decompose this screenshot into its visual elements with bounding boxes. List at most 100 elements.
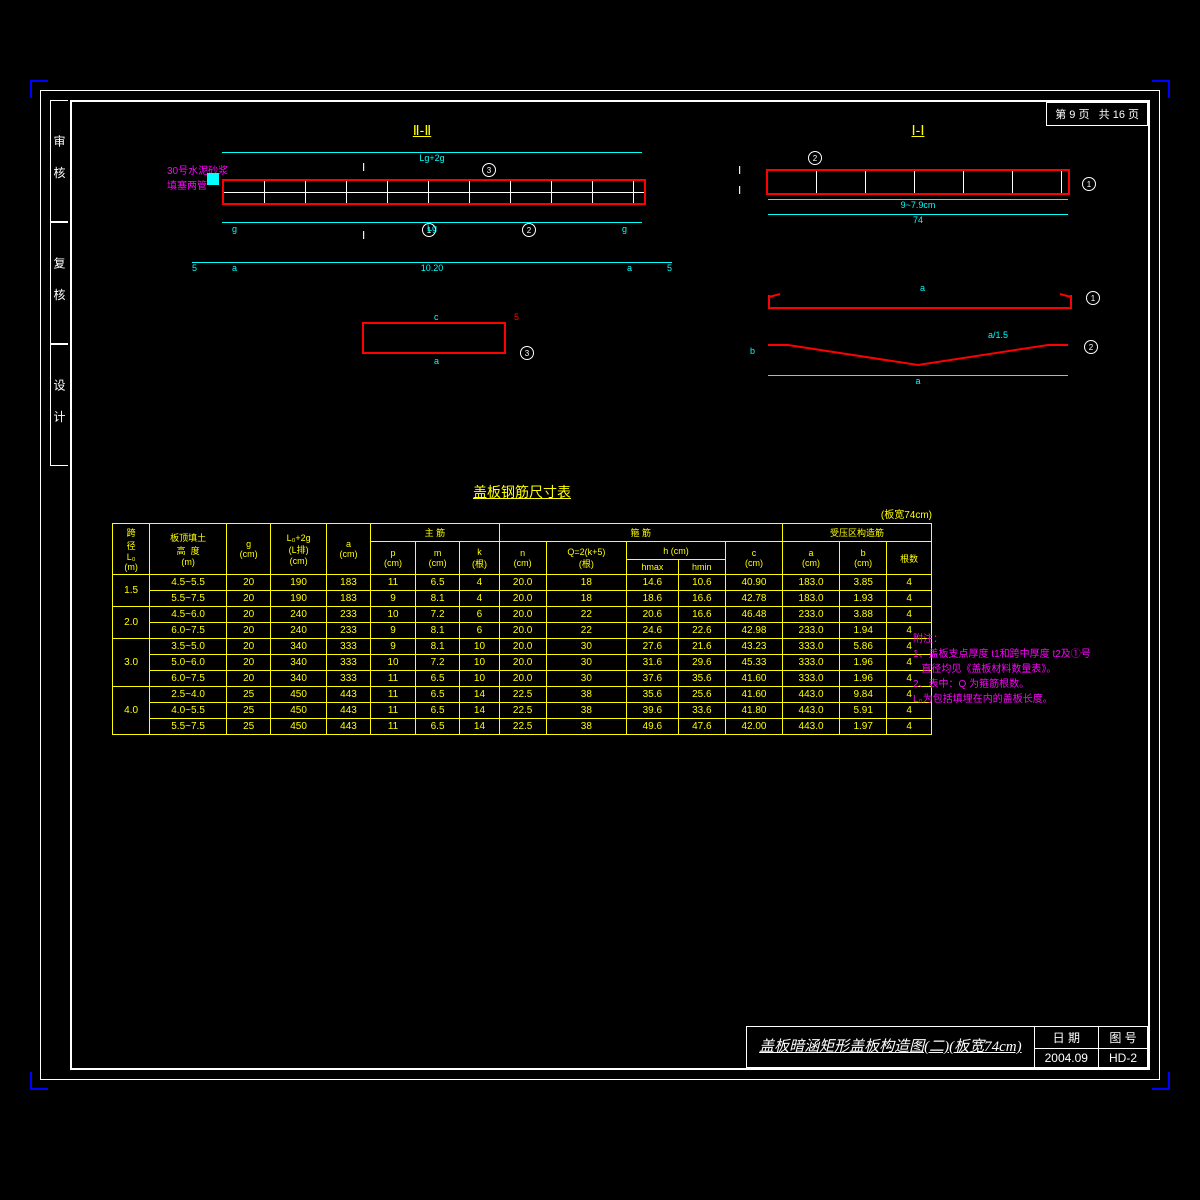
cell: 5.0~6.0 bbox=[150, 655, 227, 671]
cell: 1.97 bbox=[840, 719, 887, 735]
th-hmin: hmin bbox=[678, 560, 725, 575]
cell: 10 bbox=[371, 607, 416, 623]
cell: 20.0 bbox=[499, 607, 546, 623]
table-row: 1.54.5~5.520190183116.5420.01814.610.640… bbox=[113, 575, 932, 591]
dim-a-r: a bbox=[627, 263, 632, 273]
cell-span: 3.0 bbox=[113, 639, 150, 687]
cell: 20 bbox=[226, 575, 271, 591]
cell: 1.96 bbox=[840, 655, 887, 671]
th-group-main: 主 筋 bbox=[371, 524, 499, 542]
cell: 1.93 bbox=[840, 591, 887, 607]
page-current: 第 9 页 bbox=[1055, 109, 1089, 121]
cell: 183.0 bbox=[783, 575, 840, 591]
cell: 6.5 bbox=[415, 671, 460, 687]
th-a2: a (cm) bbox=[783, 542, 840, 575]
shape-a15: a/1.5 bbox=[988, 330, 1008, 340]
cell: 5.86 bbox=[840, 639, 887, 655]
cell: 333 bbox=[326, 655, 371, 671]
cell: 42.00 bbox=[725, 719, 782, 735]
cell: 4.5~5.5 bbox=[150, 575, 227, 591]
cell: 22.6 bbox=[678, 623, 725, 639]
cell: 22 bbox=[546, 607, 626, 623]
cell: 5.5~7.5 bbox=[150, 719, 227, 735]
cell: 240 bbox=[271, 607, 326, 623]
cell: 16.6 bbox=[678, 591, 725, 607]
cell: 3.85 bbox=[840, 575, 887, 591]
section-marker-i: Ⅰ bbox=[738, 184, 741, 197]
rebar-dimension-table: 跨 径 L₀ (m) 板顶填土 高 度 (m) g (cm) L₀+2g (L排… bbox=[112, 523, 932, 735]
cell: 25 bbox=[226, 719, 271, 735]
dim-bottom-main: 5 a 10.20 a 5 bbox=[192, 262, 672, 273]
cell: 41.80 bbox=[725, 703, 782, 719]
dim-5r: 5 bbox=[667, 263, 672, 273]
callout-shape-2: 2 bbox=[1084, 340, 1098, 354]
cell: 6.0~7.5 bbox=[150, 671, 227, 687]
side-approve: 审 核 bbox=[51, 135, 68, 186]
dim-1020: 10.20 bbox=[421, 263, 444, 273]
th-group-stirrup: 箍 筋 bbox=[499, 524, 782, 542]
cell: 9 bbox=[371, 591, 416, 607]
cell: 20.0 bbox=[499, 655, 546, 671]
cell: 47.6 bbox=[678, 719, 725, 735]
drawing-no-value: HD-2 bbox=[1099, 1048, 1147, 1067]
cell: 443.0 bbox=[783, 703, 840, 719]
cell: 20 bbox=[226, 671, 271, 687]
dim-shape-a: a bbox=[768, 375, 1068, 386]
cell: 20.0 bbox=[499, 639, 546, 655]
cell: 9.84 bbox=[840, 687, 887, 703]
rebar-shapes: a 1 a/1.5 2 b a bbox=[728, 285, 1108, 385]
cell: 450 bbox=[271, 703, 326, 719]
table-row: 4.02.5~4.025450443116.51422.53835.625.64… bbox=[113, 687, 932, 703]
th-hmax: hmax bbox=[626, 560, 678, 575]
cell: 20.6 bbox=[626, 607, 678, 623]
cell: 183 bbox=[326, 591, 371, 607]
th-n: n (cm) bbox=[499, 542, 546, 575]
cell: 183.0 bbox=[783, 591, 840, 607]
cell: 4 bbox=[887, 719, 932, 735]
cell: 4.0~5.5 bbox=[150, 703, 227, 719]
cell: 14 bbox=[460, 719, 499, 735]
cell: 190 bbox=[271, 591, 326, 607]
section-cross: Ⅰ-Ⅰ Ⅰ Ⅰ 2 1 9~7.9cm 74 a 1 a/1.5 2 b a bbox=[728, 122, 1108, 385]
cell: 443 bbox=[326, 719, 371, 735]
dim-lg: Lg bbox=[222, 222, 642, 233]
cell: 4 bbox=[887, 575, 932, 591]
table-row: 5.0~6.020340333107.21020.03031.629.645.3… bbox=[113, 655, 932, 671]
cell-span: 1.5 bbox=[113, 575, 150, 607]
cell: 450 bbox=[271, 719, 326, 735]
cell: 16.6 bbox=[678, 607, 725, 623]
section2-title: Ⅱ-Ⅱ bbox=[162, 122, 682, 139]
detail-5: 5 bbox=[514, 312, 519, 322]
cell: 3.88 bbox=[840, 607, 887, 623]
section-elevation: Ⅱ-Ⅱ 30号水泥砂浆 填塞两管 Lg+2g Ⅰ Ⅰ 3 1 2 g Lg g … bbox=[162, 122, 682, 229]
cell: 6.5 bbox=[415, 703, 460, 719]
cell-span: 2.0 bbox=[113, 607, 150, 639]
cell: 333 bbox=[326, 639, 371, 655]
th-fill: 板顶填土 高 度 (m) bbox=[150, 524, 227, 575]
th-g: g (cm) bbox=[226, 524, 271, 575]
cell: 6 bbox=[460, 607, 499, 623]
cell: 21.6 bbox=[678, 639, 725, 655]
th-span: 跨 径 L₀ (m) bbox=[113, 524, 150, 575]
cell: 340 bbox=[271, 639, 326, 655]
rebar-shape-2: a/1.5 2 b bbox=[768, 340, 1068, 360]
callout-shape-1: 1 bbox=[1086, 291, 1100, 305]
cell: 4 bbox=[460, 575, 499, 591]
cell: 8.1 bbox=[415, 623, 460, 639]
cell: 6 bbox=[460, 623, 499, 639]
cell: 20 bbox=[226, 591, 271, 607]
cell: 5.5~7.5 bbox=[150, 591, 227, 607]
callout-3: 3 bbox=[482, 163, 496, 177]
cell: 8.1 bbox=[415, 639, 460, 655]
dim-74: 74 bbox=[768, 214, 1068, 225]
cell: 4 bbox=[887, 591, 932, 607]
cell: 31.6 bbox=[626, 655, 678, 671]
page-total: 共 16 页 bbox=[1099, 109, 1139, 121]
cell: 14.6 bbox=[626, 575, 678, 591]
bearing-pad-icon bbox=[207, 173, 219, 185]
table-row: 5.5~7.525450443116.51422.53849.647.642.0… bbox=[113, 719, 932, 735]
cell: 18 bbox=[546, 575, 626, 591]
cell: 10 bbox=[460, 639, 499, 655]
title-block: 盖板暗涵矩形盖板构造图(二)(板宽74cm) 日 期 2004.09 图 号 H… bbox=[746, 1026, 1148, 1068]
cell: 38 bbox=[546, 687, 626, 703]
